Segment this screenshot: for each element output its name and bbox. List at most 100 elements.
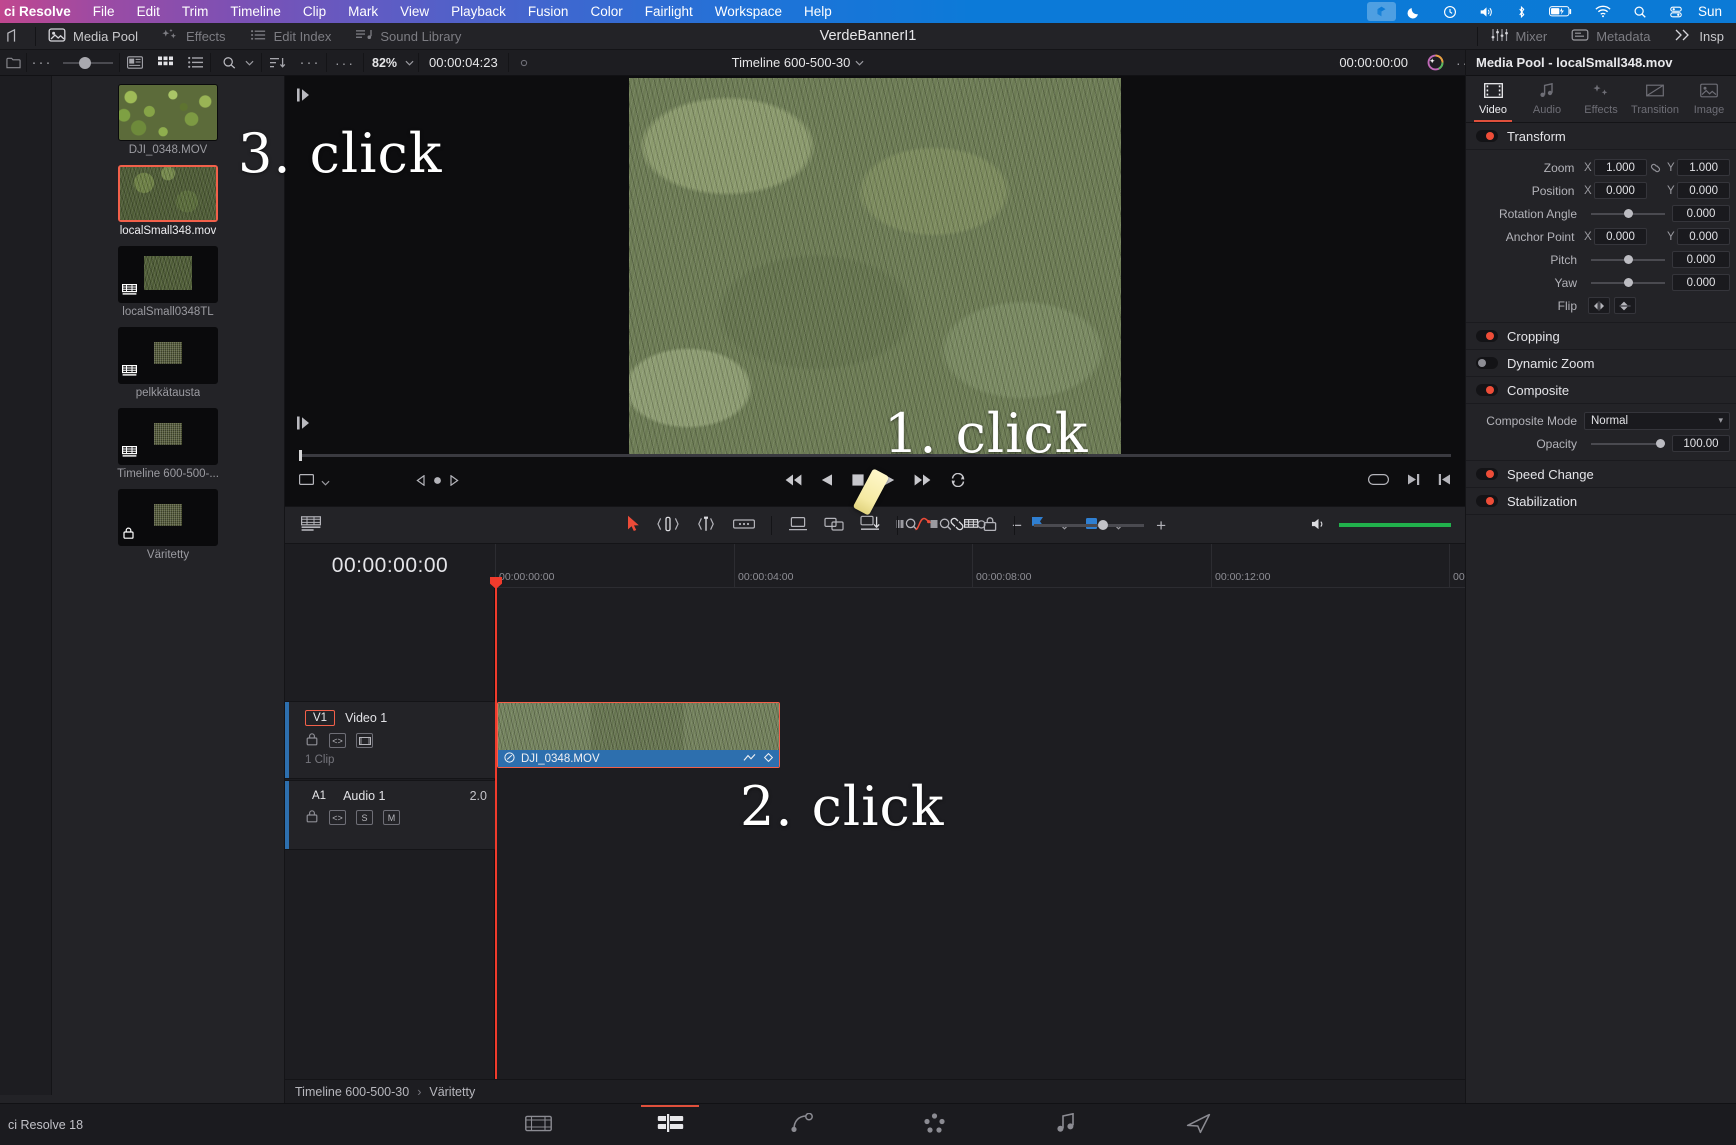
stabilization-enable-toggle[interactable] [1476, 495, 1498, 507]
toolbar-item-inspector[interactable]: Insp [1662, 23, 1736, 50]
moon-icon[interactable] [1396, 0, 1432, 23]
rotation-angle-field[interactable]: 0.000 [1672, 205, 1730, 222]
opacity-field[interactable]: 100.00 [1672, 435, 1730, 452]
page-button-fusion[interactable] [773, 1105, 831, 1145]
section-header-dynamic-zoom[interactable]: Dynamic Zoom [1466, 350, 1736, 377]
tab-image[interactable]: Image [1682, 76, 1736, 122]
loop-icon[interactable] [949, 472, 967, 490]
menu-view[interactable]: View [389, 0, 440, 23]
link-clips-icon[interactable] [948, 516, 966, 535]
timeline-clip-dji-0348[interactable]: DJI_0348.MOV [497, 702, 780, 768]
insert-clip-icon[interactable] [860, 515, 881, 535]
media-pool-bin-list[interactable] [0, 76, 52, 1095]
yaw-slider[interactable] [1591, 277, 1665, 287]
rotation-angle-slider[interactable] [1591, 208, 1665, 218]
viewer-duration-timecode[interactable]: 00:00:04:23 [419, 50, 508, 76]
mute-track-button[interactable]: M [383, 810, 400, 825]
media-pool-item-2[interactable]: localSmall0348TL [52, 246, 284, 318]
position-x-field[interactable]: 0.000 [1594, 182, 1647, 199]
lock-track-icon[interactable] [305, 809, 319, 826]
thumbnail-size-slider[interactable] [57, 50, 119, 76]
view-mode-metadata-button[interactable] [120, 50, 150, 76]
auto-select-track-icon[interactable]: <> [329, 810, 346, 825]
solo-track-button[interactable]: S [356, 810, 373, 825]
page-button-deliver[interactable] [1169, 1105, 1227, 1145]
jump-to-start-icon[interactable] [784, 473, 803, 490]
auto-select-track-icon[interactable]: <> [329, 733, 346, 748]
media-pool-item-4[interactable]: Timeline 600-500-... [52, 408, 284, 480]
keyframe-curve-icon[interactable] [914, 516, 932, 535]
section-header-stabilization[interactable]: Stabilization [1466, 488, 1736, 515]
yaw-field[interactable]: 0.000 [1672, 274, 1730, 291]
toolbar-item-mixer[interactable]: Mixer [1478, 23, 1559, 50]
media-pool-overflow-button[interactable]: ··· [294, 50, 326, 76]
viewer-scrubber[interactable] [299, 450, 1451, 461]
breadcrumb-timeline[interactable]: Timeline 600-500-30 [295, 1085, 409, 1099]
lock-track-icon[interactable] [305, 732, 319, 749]
tab-effects[interactable]: Effects [1574, 76, 1628, 122]
media-pool-item-3[interactable]: pelkkätausta [52, 327, 284, 399]
opacity-slider[interactable] [1591, 438, 1665, 448]
zoom-slider-handle[interactable] [1098, 519, 1109, 530]
menu-bar-clock[interactable]: Sun [1694, 4, 1730, 19]
menu-edit[interactable]: Edit [126, 0, 171, 23]
section-header-composite[interactable]: Composite [1466, 377, 1736, 404]
timeline-ruler[interactable]: 00:00:00:00 00:00:04:00 00:00:08:00 00:0… [495, 544, 1508, 588]
position-y-field[interactable]: 0.000 [1677, 182, 1730, 199]
media-pool-item-1[interactable]: localSmall348.mov [52, 165, 284, 237]
volume-icon[interactable] [1468, 0, 1505, 23]
timemachine-icon[interactable] [1432, 0, 1468, 23]
tab-video[interactable]: Video [1466, 76, 1520, 122]
anchor-y-field[interactable]: 0.000 [1677, 228, 1730, 245]
snapping-icon[interactable] [788, 516, 808, 535]
section-header-transform[interactable]: Transform [1466, 123, 1736, 150]
zoom-y-field[interactable]: 1.000 [1677, 159, 1730, 176]
menu-clip[interactable]: Clip [292, 0, 337, 23]
link-xy-icon[interactable] [1647, 162, 1665, 174]
media-thumbnail[interactable] [118, 246, 218, 303]
menu-fusion[interactable]: Fusion [517, 0, 580, 23]
menu-file[interactable]: File [82, 0, 126, 23]
toolbar-item-edit-index[interactable]: Edit Index [238, 23, 344, 50]
play-reverse-icon[interactable] [820, 473, 834, 490]
pitch-slider[interactable] [1591, 254, 1665, 264]
controlcenter-icon[interactable] [1658, 0, 1694, 23]
flag-lock-icon[interactable] [982, 516, 998, 535]
menu-playback[interactable]: Playback [440, 0, 517, 23]
media-pool-search-button[interactable] [211, 50, 261, 76]
media-pool-add-bin-button[interactable] [0, 50, 26, 76]
sort-order-button[interactable] [262, 50, 294, 76]
viewer-options-button[interactable]: ··· [327, 50, 363, 76]
menu-fairlight[interactable]: Fairlight [634, 0, 704, 23]
wifi-icon[interactable] [1584, 0, 1622, 23]
video-enable-track-icon[interactable] [356, 733, 373, 748]
speed-change-enable-toggle[interactable] [1476, 468, 1498, 480]
color-enhance-button[interactable] [1420, 50, 1450, 76]
home-button[interactable] [0, 23, 35, 50]
menu-trim[interactable]: Trim [171, 0, 220, 23]
timeline-viewer[interactable] [285, 76, 1465, 506]
timeline-selector[interactable]: Timeline 600-500-30 [690, 50, 910, 76]
timeline-current-timecode[interactable]: 00:00:00:00 [285, 544, 495, 588]
timeline-panel[interactable]: 00:00:00:00 00:00:00:00 00:00:04:00 00:0… [285, 544, 1508, 1103]
media-thumbnail[interactable] [118, 165, 218, 222]
media-pool-item-0[interactable]: DJI_0348.MOV [52, 84, 284, 156]
toolbar-item-sound-library[interactable]: Sound Library [343, 23, 473, 50]
media-pool-item-5[interactable]: Väritetty [52, 489, 284, 561]
composite-enable-toggle[interactable] [1476, 384, 1498, 396]
media-pool-options-button[interactable]: ··· [27, 50, 57, 76]
selection-tool-icon[interactable] [627, 515, 641, 535]
media-thumbnail[interactable] [118, 408, 218, 465]
razor-edit-tool-icon[interactable] [733, 517, 755, 534]
page-button-edit[interactable] [641, 1104, 699, 1145]
zoom-x-field[interactable]: 1.000 [1594, 159, 1647, 176]
track-name-video-1[interactable]: Video 1 [345, 711, 387, 725]
trim-edit-tool-icon[interactable] [657, 516, 679, 535]
search-icon[interactable] [1622, 0, 1658, 23]
media-thumbnail[interactable] [118, 84, 218, 141]
tab-audio[interactable]: Audio [1520, 76, 1574, 122]
media-thumbnail[interactable] [118, 489, 218, 546]
toolbar-item-effects[interactable]: Effects [150, 23, 238, 50]
dynamic-zoom-enable-toggle[interactable] [1476, 357, 1498, 369]
anchor-x-field[interactable]: 0.000 [1594, 228, 1647, 245]
